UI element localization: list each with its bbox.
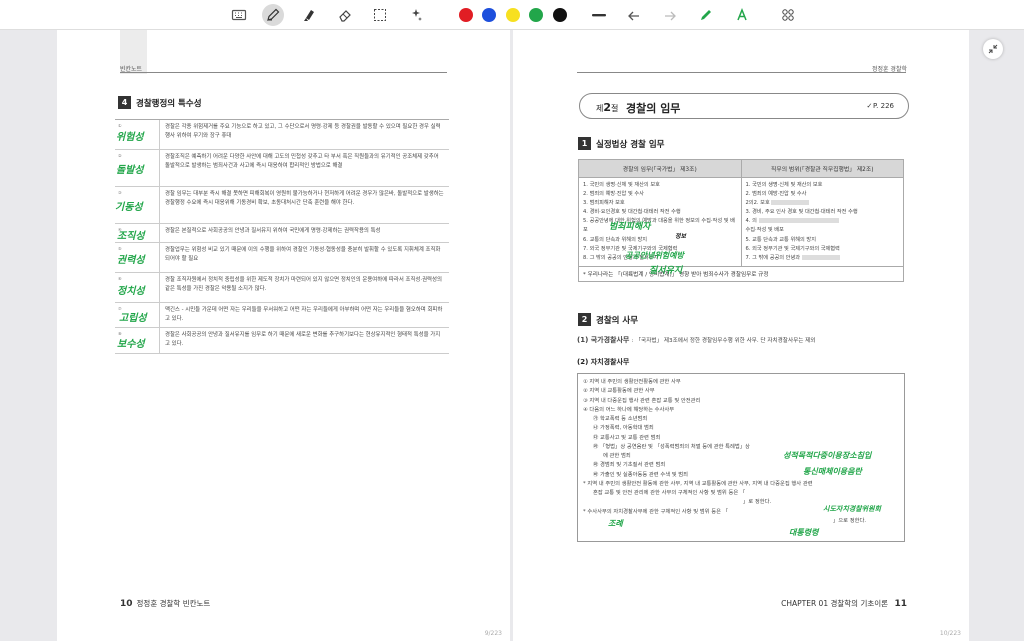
handwritten-note: 통신매체이용음란 (803, 466, 862, 476)
eraser-icon[interactable] (334, 4, 356, 26)
handwritten-note: 대통령령 (789, 527, 819, 537)
line-width-icon[interactable] (588, 4, 610, 26)
table-row: ③ 기동성 경찰 임무는 대부분 즉시 해결 못하면 피해회복이 영원히 불가능하… (115, 187, 449, 224)
table-row: ② 돌발성 경찰조직은 예측하기 어려운 다양한 사안에 대해 고도의 민첩성 갖… (115, 150, 449, 187)
ai-ink-icon[interactable] (731, 4, 753, 26)
table-row: ① 위험성 경찰은 각종 위험제거를 주요 기능으로 하고 있고, 그 수단으로서… (115, 120, 449, 150)
table-row: ⑧ 보수성 경찰은 사회공공의 안녕과 질서유지를 임무로 하기 때문에 새로운 … (115, 328, 449, 354)
section-title: 2 경찰의 사무 (578, 313, 638, 326)
highlighter-icon[interactable] (298, 4, 320, 26)
table-header: 경찰의 임무(「국가법」 제3조) 직무의 범위(「경찰관 직무집행법」 제2조… (579, 160, 903, 178)
section-title: 1 실정법상 경찰 임무 (578, 137, 664, 150)
pen-icon[interactable] (262, 4, 284, 26)
annotation-toolbar (0, 0, 1024, 30)
page-reference: ✓ P. 226 (866, 102, 894, 110)
table-note: * 우리나라는 「(대륙법계 / 영미법계)」 영향 받아 범죄수사가 경찰임무… (579, 265, 903, 281)
chapter-number: 제2절 (596, 101, 619, 114)
header-rule (577, 72, 906, 73)
handwritten-note: 공공안녕위험예방 (625, 250, 684, 260)
page-footer: 10 정정훈 경찰학 빈칸노트 (120, 599, 211, 609)
grid-icon[interactable] (777, 4, 799, 26)
table-row: ⑤ 권력성 경찰업무는 위험성 비교 있기 때문에 이의 수행을 위하여 경찰인 … (115, 243, 449, 273)
color-blue-swatch[interactable] (482, 8, 496, 22)
handwritten-note: 보수성 (117, 339, 145, 350)
pen-tip-icon[interactable] (695, 4, 717, 26)
handwritten-note: 기동성 (115, 202, 143, 213)
handwritten-note: 권력성 (117, 255, 145, 266)
handwritten-note: 조례 (608, 518, 623, 528)
undo-icon[interactable] (623, 4, 645, 26)
handwritten-note: 시도자치경찰위원회 (823, 504, 881, 513)
left-page: 빈칸노트 4 경찰행정의 특수성 ① 위험성 경찰은 각종 위험제거를 주요 기능… (57, 30, 510, 641)
page-counter: 9/223 (484, 630, 502, 637)
collapse-icon[interactable] (983, 39, 1003, 59)
handwritten-note: 고립성 (119, 313, 147, 324)
characteristics-table: ① 위험성 경찰은 각종 위험제거를 주요 기능으로 하고 있고, 그 수단으로서… (115, 119, 449, 354)
handwritten-note: 조직성 (117, 231, 145, 242)
color-black-swatch[interactable] (553, 8, 567, 22)
subsection-national: (1) 국가경찰사무 : 「국자법」 제3조에서 정한 경찰임무수행 위한 사무… (577, 336, 816, 344)
color-yellow-swatch[interactable] (506, 8, 520, 22)
color-green-swatch[interactable] (529, 8, 543, 22)
keyboard-icon[interactable] (228, 4, 250, 26)
right-page: 정정훈 경찰학 제2절 경찰의 임무 ✓ P. 226 1 실정법상 경찰 임무 … (513, 30, 969, 641)
lasso-select-icon[interactable] (369, 4, 391, 26)
table-row: ⑦ 고립성 맥긴스 - 시민들 가운데 어떤 자는 우리들을 무서워하고 어떤 자… (115, 303, 449, 328)
page-footer: CHAPTER 01 경찰학의 기초이론 11 (781, 599, 907, 609)
handwritten-note: 위험성 (116, 132, 144, 143)
handwritten-note: 성적목적다중이용장소침입 (783, 450, 872, 460)
magic-icon[interactable] (405, 4, 427, 26)
handwritten-note: 돌발성 (116, 165, 144, 176)
handwritten-note: 범죄피해자 (609, 222, 651, 232)
page-counter: 10/223 (939, 630, 961, 637)
chapter-title: 경찰의 임무 (626, 102, 681, 115)
chapter-banner: 제2절 경찰의 임무 ✓ P. 226 (579, 93, 909, 119)
handwritten-note: 정보 (675, 233, 687, 240)
subsection-autonomous: (2) 자치경찰사무 (577, 358, 630, 366)
handwritten-note: 질서유지 (649, 266, 683, 276)
color-red-swatch[interactable] (459, 8, 473, 22)
duty-scope-column: 1. 국민의 생명·신체 및 재산의 보호 2. 범죄의 예방·진압 및 수사 … (745, 182, 858, 261)
redo-icon[interactable] (659, 4, 681, 26)
handwritten-note: 정치성 (117, 286, 145, 297)
table-row: ⑥ 정치성 경찰 조직자원에서 정치적 중립성을 위한 제도적 장치가 마련되어 … (115, 273, 449, 303)
section-title: 4 경찰행정의 특수성 (118, 96, 202, 109)
table-row: ④ 조직성 경찰은 본질적으로 사회공공의 안녕과 질서유지 위하여 국민에게 명… (115, 224, 449, 243)
header-rule (120, 72, 447, 73)
